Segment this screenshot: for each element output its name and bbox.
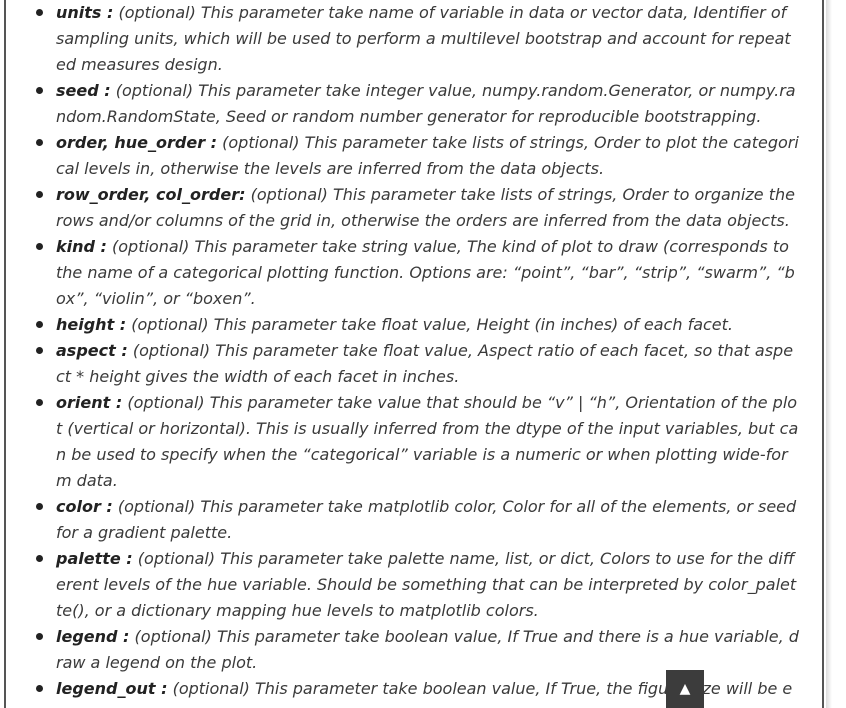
parameter-description: (optional) This parameter take float val… <box>126 315 733 334</box>
list-item: seed : (optional) This parameter take in… <box>36 78 799 130</box>
parameter-name: legend : <box>56 627 130 646</box>
article-content: units : (optional) This parameter take n… <box>4 0 824 708</box>
bullet-icon <box>36 633 43 640</box>
parameter-description: (optional) This parameter take string va… <box>56 237 795 308</box>
arrow-up-icon: ▲ <box>679 681 691 697</box>
list-item: aspect : (optional) This parameter take … <box>36 338 799 390</box>
bullet-icon <box>36 139 43 146</box>
scroll-to-top-button[interactable]: ▲ <box>666 670 704 708</box>
list-item: order, hue_order : (optional) This param… <box>36 130 799 182</box>
list-item: kind : (optional) This parameter take st… <box>36 234 799 312</box>
scroll-shadow <box>826 0 832 708</box>
list-item: height : (optional) This parameter take … <box>36 312 799 338</box>
bullet-icon <box>36 685 43 692</box>
parameter-name: units : <box>56 3 114 22</box>
parameter-name: color : <box>56 497 113 516</box>
list-item: legend : (optional) This parameter take … <box>36 624 799 676</box>
bullet-icon <box>36 399 43 406</box>
parameter-description: (optional) This parameter take value tha… <box>56 393 799 490</box>
parameter-name: order, hue_order : <box>56 133 218 152</box>
parameter-name: aspect : <box>56 341 128 360</box>
parameter-description: (optional) This parameter take float val… <box>56 341 794 386</box>
parameter-name: orient : <box>56 393 123 412</box>
bullet-icon <box>36 87 43 94</box>
parameter-description: (optional) This parameter take name of v… <box>56 3 791 74</box>
parameter-name: legend_out : <box>56 679 168 698</box>
parameter-name: height : <box>56 315 127 334</box>
parameter-description: (optional) This parameter take boolean v… <box>56 627 799 672</box>
list-item: row_order, col_order: (optional) This pa… <box>36 182 799 234</box>
bullet-icon <box>36 347 43 354</box>
parameter-name: kind : <box>56 237 107 256</box>
list-item: orient : (optional) This parameter take … <box>36 390 799 494</box>
parameter-description: (optional) This parameter take palette n… <box>56 549 797 620</box>
list-item: palette : (optional) This parameter take… <box>36 546 799 624</box>
bullet-icon <box>36 9 43 16</box>
parameter-name: row_order, col_order: <box>56 185 246 204</box>
list-item: color : (optional) This parameter take m… <box>36 494 799 546</box>
bullet-icon <box>36 243 43 250</box>
parameter-list: units : (optional) This parameter take n… <box>6 0 822 708</box>
bullet-icon <box>36 555 43 562</box>
parameter-description: (optional) This parameter take integer v… <box>56 81 796 126</box>
parameter-description: (optional) This parameter take matplotli… <box>56 497 797 542</box>
parameter-name: seed : <box>56 81 111 100</box>
bullet-icon <box>36 191 43 198</box>
parameter-name: palette : <box>56 549 133 568</box>
bullet-icon <box>36 321 43 328</box>
list-item: units : (optional) This parameter take n… <box>36 0 799 78</box>
bullet-icon <box>36 503 43 510</box>
